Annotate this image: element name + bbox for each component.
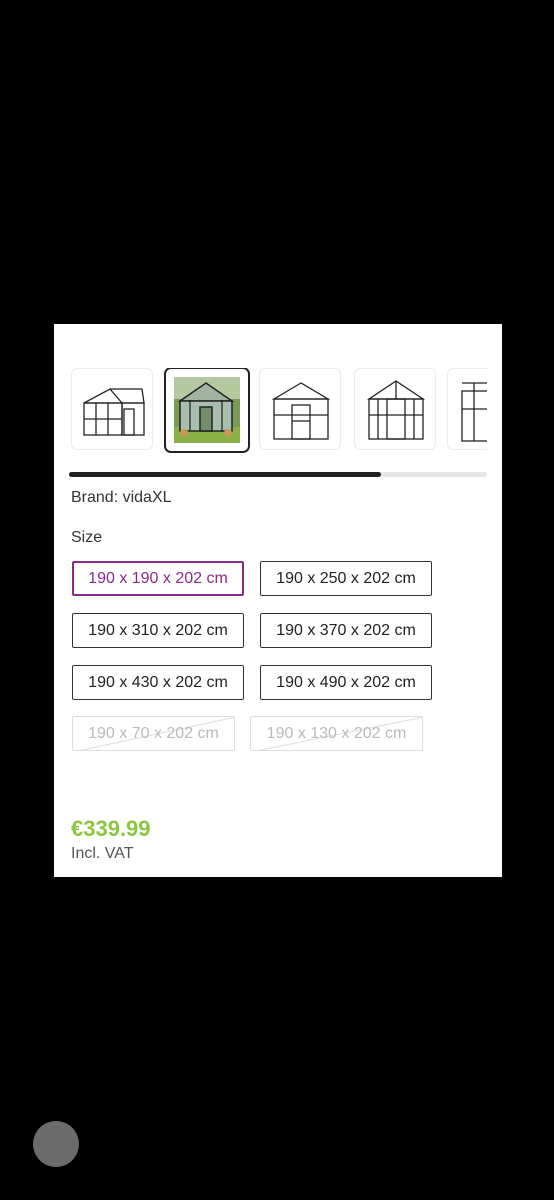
size-option-190x370x202[interactable]: 190 x 370 x 202 cm bbox=[260, 613, 432, 648]
brand-label: Brand: vidaXL bbox=[71, 489, 172, 506]
thumbnail-greenhouse-drawing-side[interactable] bbox=[71, 368, 153, 450]
thumbnail-greenhouse-photo[interactable] bbox=[164, 368, 250, 453]
thumbnail-strip[interactable] bbox=[71, 368, 487, 454]
vat-note: Incl. VAT bbox=[71, 845, 134, 862]
size-option-190x310x202[interactable]: 190 x 310 x 202 cm bbox=[72, 613, 244, 648]
product-price: €339.99 bbox=[71, 816, 151, 841]
size-option-190x130x202-unavailable: 190 x 130 x 202 cm bbox=[250, 716, 423, 751]
product-card: Brand: vidaXL Size 190 x 190 x 202 cm 19… bbox=[54, 324, 502, 877]
size-option-190x250x202[interactable]: 190 x 250 x 202 cm bbox=[260, 561, 432, 596]
size-option-190x190x202[interactable]: 190 x 190 x 202 cm bbox=[72, 561, 244, 596]
greenhouse-drawing-icon bbox=[83, 388, 145, 436]
size-option-190x490x202[interactable]: 190 x 490 x 202 cm bbox=[260, 665, 432, 700]
greenhouse-drawing-icon bbox=[366, 380, 426, 440]
greenhouse-drawing-icon bbox=[271, 382, 331, 440]
size-option-label: 190 x 70 x 202 cm bbox=[88, 725, 219, 742]
thumbnail-greenhouse-drawing-front[interactable] bbox=[259, 368, 341, 450]
size-option-label: 190 x 130 x 202 cm bbox=[266, 725, 407, 742]
floating-action-button[interactable] bbox=[33, 1121, 79, 1167]
gallery-scroll-indicator bbox=[69, 472, 487, 477]
size-heading: Size bbox=[71, 529, 103, 546]
greenhouse-photo-image bbox=[174, 377, 240, 443]
greenhouse-drawing-icon bbox=[461, 382, 487, 442]
thumbnail-greenhouse-drawing-partial[interactable] bbox=[447, 368, 487, 450]
size-option-190x70x202-unavailable: 190 x 70 x 202 cm bbox=[72, 716, 235, 751]
thumbnail-greenhouse-drawing-front-door[interactable] bbox=[354, 368, 436, 450]
size-option-190x430x202[interactable]: 190 x 430 x 202 cm bbox=[72, 665, 244, 700]
gallery-scroll-indicator-fill bbox=[69, 472, 381, 477]
